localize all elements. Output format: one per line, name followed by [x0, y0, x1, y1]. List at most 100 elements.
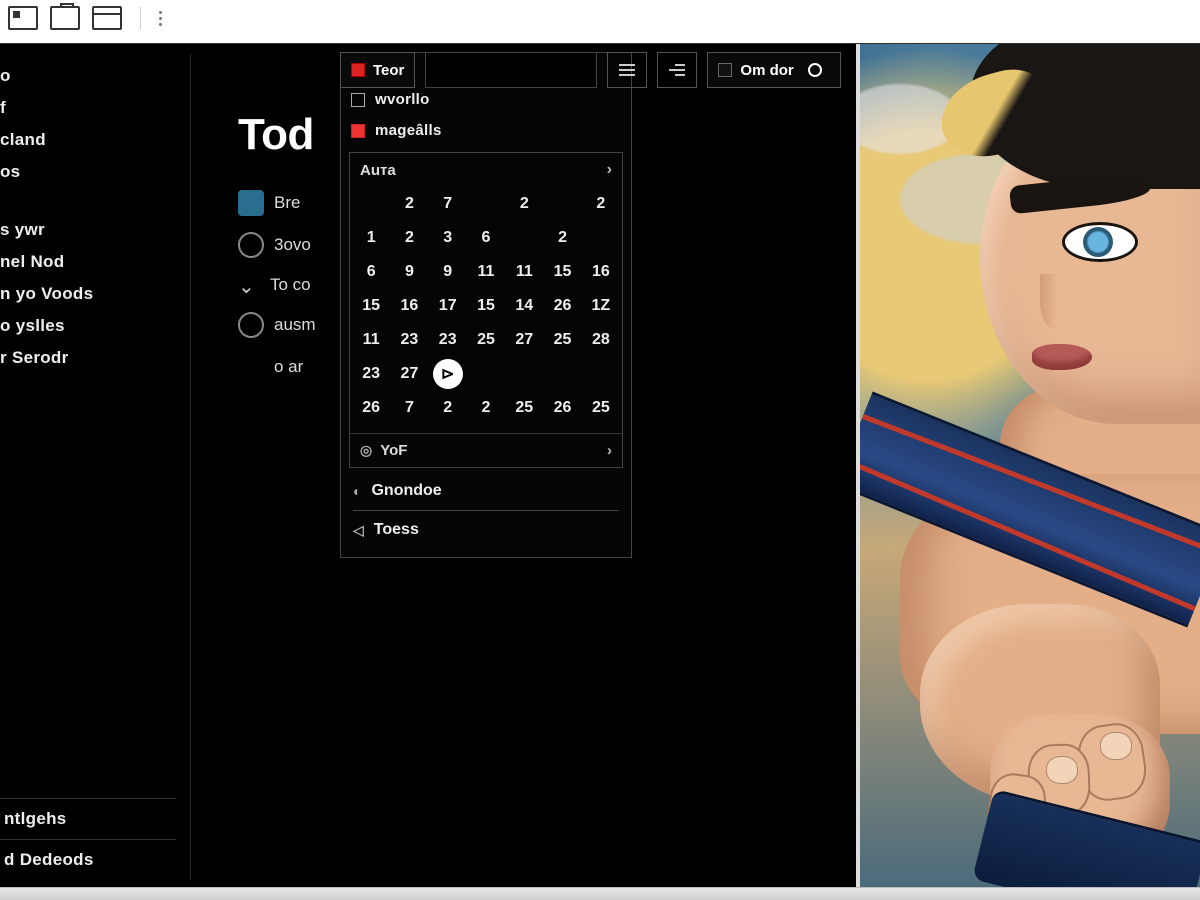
- sidebar-item[interactable]: os: [0, 156, 190, 188]
- calendar-day[interactable]: 15: [467, 289, 505, 323]
- layout-icon-c[interactable]: [92, 6, 122, 30]
- circle-icon: [238, 312, 264, 338]
- calendar-day[interactable]: 28: [582, 323, 620, 357]
- calendar-day: [467, 357, 505, 391]
- window-toolbar: [0, 0, 1200, 36]
- task-label: o ar: [274, 357, 303, 377]
- calendar-footer-nav-icon[interactable]: ›: [607, 442, 612, 459]
- sidebar-item[interactable]: r Serodr: [0, 342, 190, 374]
- calendar-day: [467, 187, 505, 221]
- align-right-icon[interactable]: [657, 52, 697, 88]
- sidebar: ofclandos s ywrnel Nodn yo Voodso yslles…: [0, 54, 191, 880]
- calendar-day: [543, 187, 581, 221]
- calendar-day[interactable]: 9: [429, 255, 467, 289]
- dropdown-item[interactable]: mageâlls: [341, 115, 631, 146]
- calendar-day[interactable]: 14: [505, 289, 543, 323]
- dropdown-panel: Teorwvorllomageâlls Auта › 2722123626991…: [340, 52, 632, 558]
- calendar-footer-label: YoF: [380, 442, 407, 459]
- calendar-day[interactable]: 27: [390, 357, 428, 391]
- task-label: To co: [270, 275, 311, 295]
- dropdown-label: mageâlls: [375, 122, 442, 139]
- filter-button[interactable]: Teor: [340, 52, 415, 88]
- calendar-day[interactable]: 6: [352, 255, 390, 289]
- chevron-down-icon: ⌄: [238, 274, 260, 296]
- calendar-day: [505, 221, 543, 255]
- separator: [140, 7, 141, 29]
- calendar-day[interactable]: 2: [429, 391, 467, 425]
- panel-action[interactable]: ◐ Gnondoe: [353, 472, 619, 511]
- action-label: Toess: [374, 521, 419, 539]
- toggle-button[interactable]: Om dor: [707, 52, 840, 88]
- calendar-day[interactable]: 2: [467, 391, 505, 425]
- calendar-day[interactable]: 9: [390, 255, 428, 289]
- calendar-next-icon[interactable]: ›: [607, 161, 612, 179]
- calendar-day[interactable]: 11: [505, 255, 543, 289]
- calendar-day: [352, 187, 390, 221]
- calendar-day-selected[interactable]: ⊳: [433, 359, 463, 389]
- calendar-day: [543, 357, 581, 391]
- calendar-day[interactable]: 11: [352, 323, 390, 357]
- calendar-day: [582, 221, 620, 255]
- calendar-day[interactable]: 1Z: [582, 289, 620, 323]
- calendar-day[interactable]: 2: [390, 221, 428, 255]
- calendar-day[interactable]: 26: [352, 391, 390, 425]
- calendar-day[interactable]: 2: [582, 187, 620, 221]
- more-icon[interactable]: [159, 11, 162, 26]
- color-swatch: [351, 124, 365, 138]
- calendar-day[interactable]: 16: [582, 255, 620, 289]
- action-icon: ◁: [353, 522, 364, 539]
- calendar-day[interactable]: 15: [352, 289, 390, 323]
- calendar-day[interactable]: 1: [352, 221, 390, 255]
- action-icon: ◐: [353, 483, 361, 499]
- calendar-day[interactable]: 2: [543, 221, 581, 255]
- calendar-day: [582, 357, 620, 391]
- calendar-day[interactable]: 3: [429, 221, 467, 255]
- align-left-icon[interactable]: [607, 52, 647, 88]
- task-label: 3ovo: [274, 235, 311, 255]
- calendar-day[interactable]: 25: [467, 323, 505, 357]
- calendar-day[interactable]: 6: [467, 221, 505, 255]
- calendar-day[interactable]: 11: [467, 255, 505, 289]
- calendar-day[interactable]: 15: [543, 255, 581, 289]
- calendar-day[interactable]: 7: [390, 391, 428, 425]
- calendar-day[interactable]: 25: [543, 323, 581, 357]
- calendar: Auта › 272212362699111115161516171514261…: [349, 152, 623, 468]
- sidebar-item[interactable]: f: [0, 92, 190, 124]
- task-label: Bre: [274, 193, 300, 213]
- calendar-day[interactable]: 23: [352, 357, 390, 391]
- sidebar-item[interactable]: o yslles: [0, 310, 190, 342]
- layout-icon-a[interactable]: [8, 6, 38, 30]
- sidebar-item[interactable]: cland: [0, 124, 190, 156]
- calendar-grid: 272212362699111115161516171514261Z112323…: [350, 187, 622, 433]
- calendar-day[interactable]: 2: [505, 187, 543, 221]
- sidebar-footer-item[interactable]: d Dedeods: [0, 839, 176, 880]
- artwork-panel: [856, 44, 1200, 890]
- calendar-day[interactable]: 23: [429, 323, 467, 357]
- dropdown-label: wvorllo: [375, 91, 430, 108]
- calendar-day[interactable]: 17: [429, 289, 467, 323]
- calendar-day[interactable]: 26: [543, 289, 581, 323]
- calendar-day[interactable]: 16: [390, 289, 428, 323]
- sidebar-item[interactable]: nel Nod: [0, 246, 190, 278]
- calendar-day[interactable]: 23: [390, 323, 428, 357]
- calendar-day[interactable]: 27: [505, 323, 543, 357]
- circle-icon: [238, 232, 264, 258]
- calendar-day[interactable]: 26: [543, 391, 581, 425]
- toolbar-search[interactable]: [425, 52, 597, 88]
- layout-icon-b[interactable]: [50, 6, 80, 30]
- sidebar-item[interactable]: o: [0, 60, 190, 92]
- panel-action[interactable]: ◁ Toess: [353, 511, 619, 549]
- window-bottom-chrome: [0, 887, 1200, 900]
- sidebar-item[interactable]: n yo Voods: [0, 278, 190, 310]
- calendar-day[interactable]: 25: [582, 391, 620, 425]
- calendar-day[interactable]: 25: [505, 391, 543, 425]
- app-window: ofclandos s ywrnel Nodn yo Voodso yslles…: [0, 43, 1200, 890]
- sidebar-item[interactable]: s ywr: [0, 214, 190, 246]
- dropdown-item[interactable]: wvorllo: [341, 84, 631, 115]
- calendar-day[interactable]: 7: [429, 187, 467, 221]
- task-label: ausm: [274, 315, 316, 335]
- top-toolbar: Teor Om dor: [340, 52, 850, 88]
- sidebar-footer-item[interactable]: ntlgehs: [0, 798, 176, 839]
- calendar-day[interactable]: 2: [390, 187, 428, 221]
- action-label: Gnondoe: [371, 482, 441, 500]
